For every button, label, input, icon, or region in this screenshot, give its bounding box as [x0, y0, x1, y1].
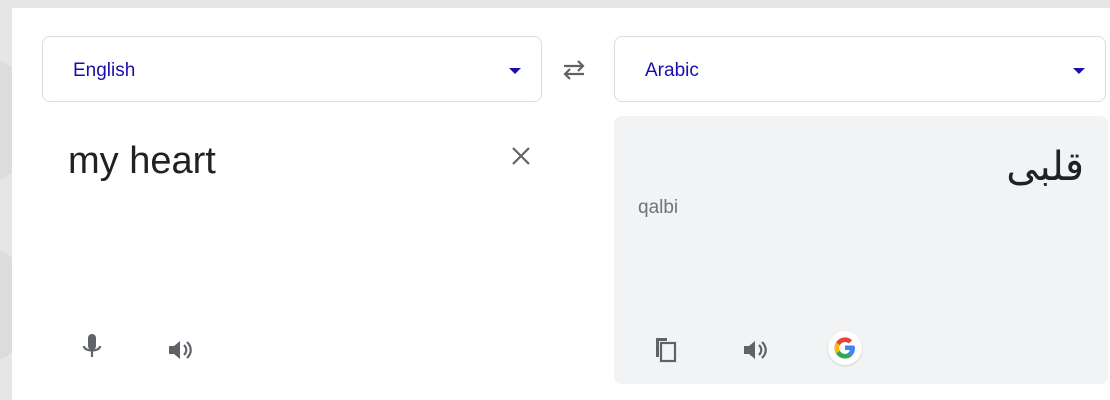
clear-text-button[interactable]: [506, 141, 536, 171]
speaker-icon: [169, 341, 192, 359]
swap-languages-button[interactable]: [556, 55, 592, 85]
translation-result-panel: قلبى qalbi: [614, 116, 1108, 384]
microphone-icon: [82, 334, 102, 357]
close-icon: [512, 147, 530, 165]
translated-text: قلبى: [1006, 144, 1084, 190]
source-language-label: English: [73, 60, 136, 81]
google-g-logo: [834, 337, 855, 359]
chevron-down-icon: [509, 68, 521, 74]
listen-translation-button[interactable]: [738, 333, 772, 367]
source-language-dropdown[interactable]: English: [42, 36, 542, 102]
speaker-icon: [744, 341, 767, 359]
swap-languages-icon: [563, 60, 585, 80]
source-text-input[interactable]: my heart: [68, 140, 216, 183]
copy-icon: [656, 338, 677, 363]
copy-translation-button[interactable]: [648, 333, 682, 367]
target-language-dropdown[interactable]: Arabic: [614, 36, 1106, 102]
chevron-down-icon: [1073, 68, 1085, 74]
voice-input-button[interactable]: [75, 330, 109, 364]
google-search-button[interactable]: [828, 331, 862, 365]
listen-source-button[interactable]: [163, 333, 197, 367]
target-language-label: Arabic: [645, 60, 699, 81]
transliteration-text: qalbi: [638, 197, 679, 218]
